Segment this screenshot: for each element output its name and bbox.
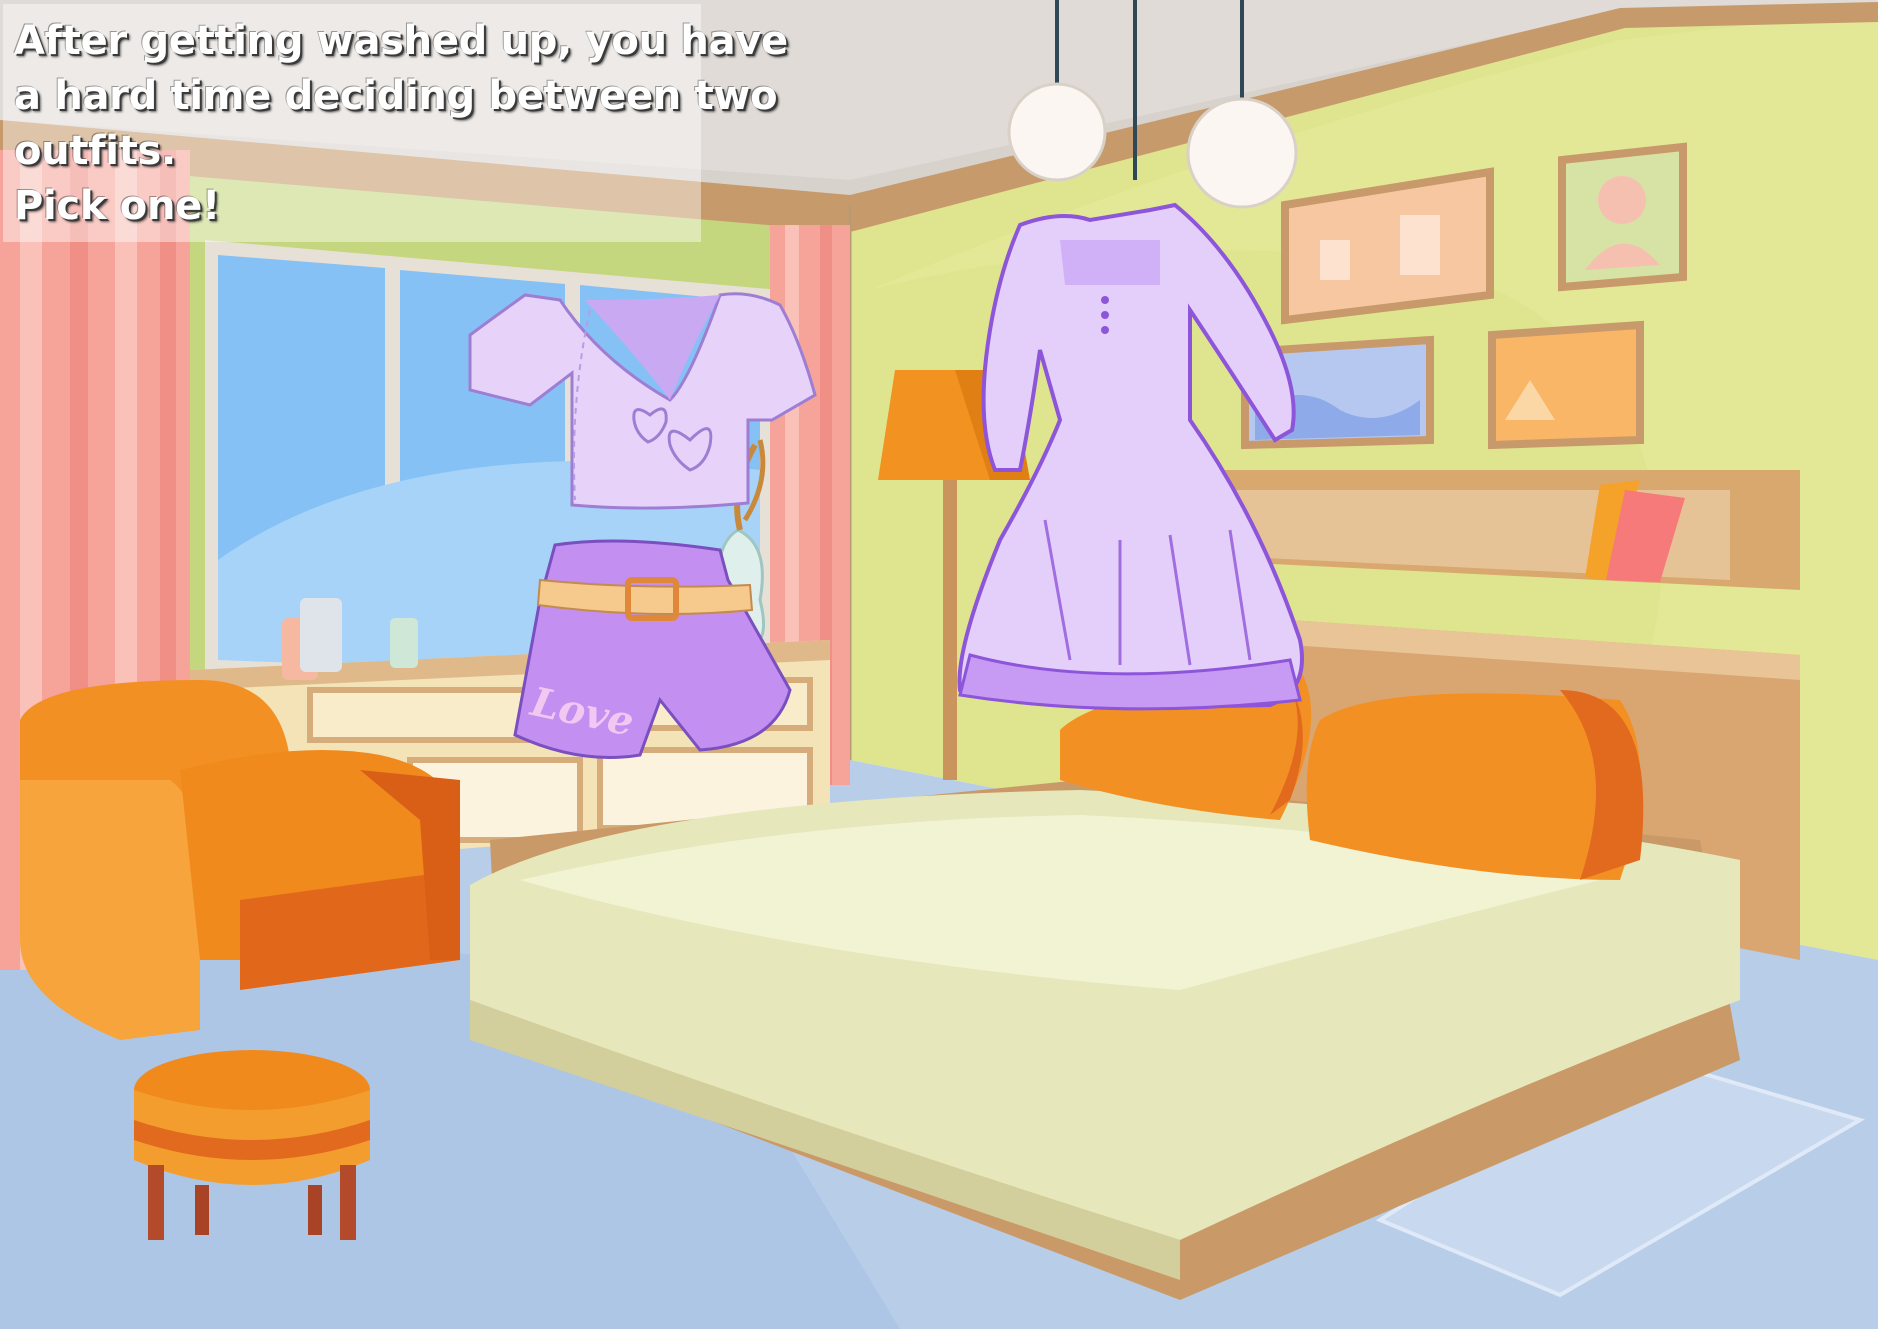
prompt-instruction: Pick one! — [14, 183, 220, 229]
prompt-line: After getting washed up, you have — [14, 18, 788, 64]
prompt-line: a hard time deciding between two — [14, 73, 778, 119]
prompt-text: After getting washed up, you have a hard… — [14, 14, 788, 234]
prompt-line: outfits. — [14, 128, 176, 174]
